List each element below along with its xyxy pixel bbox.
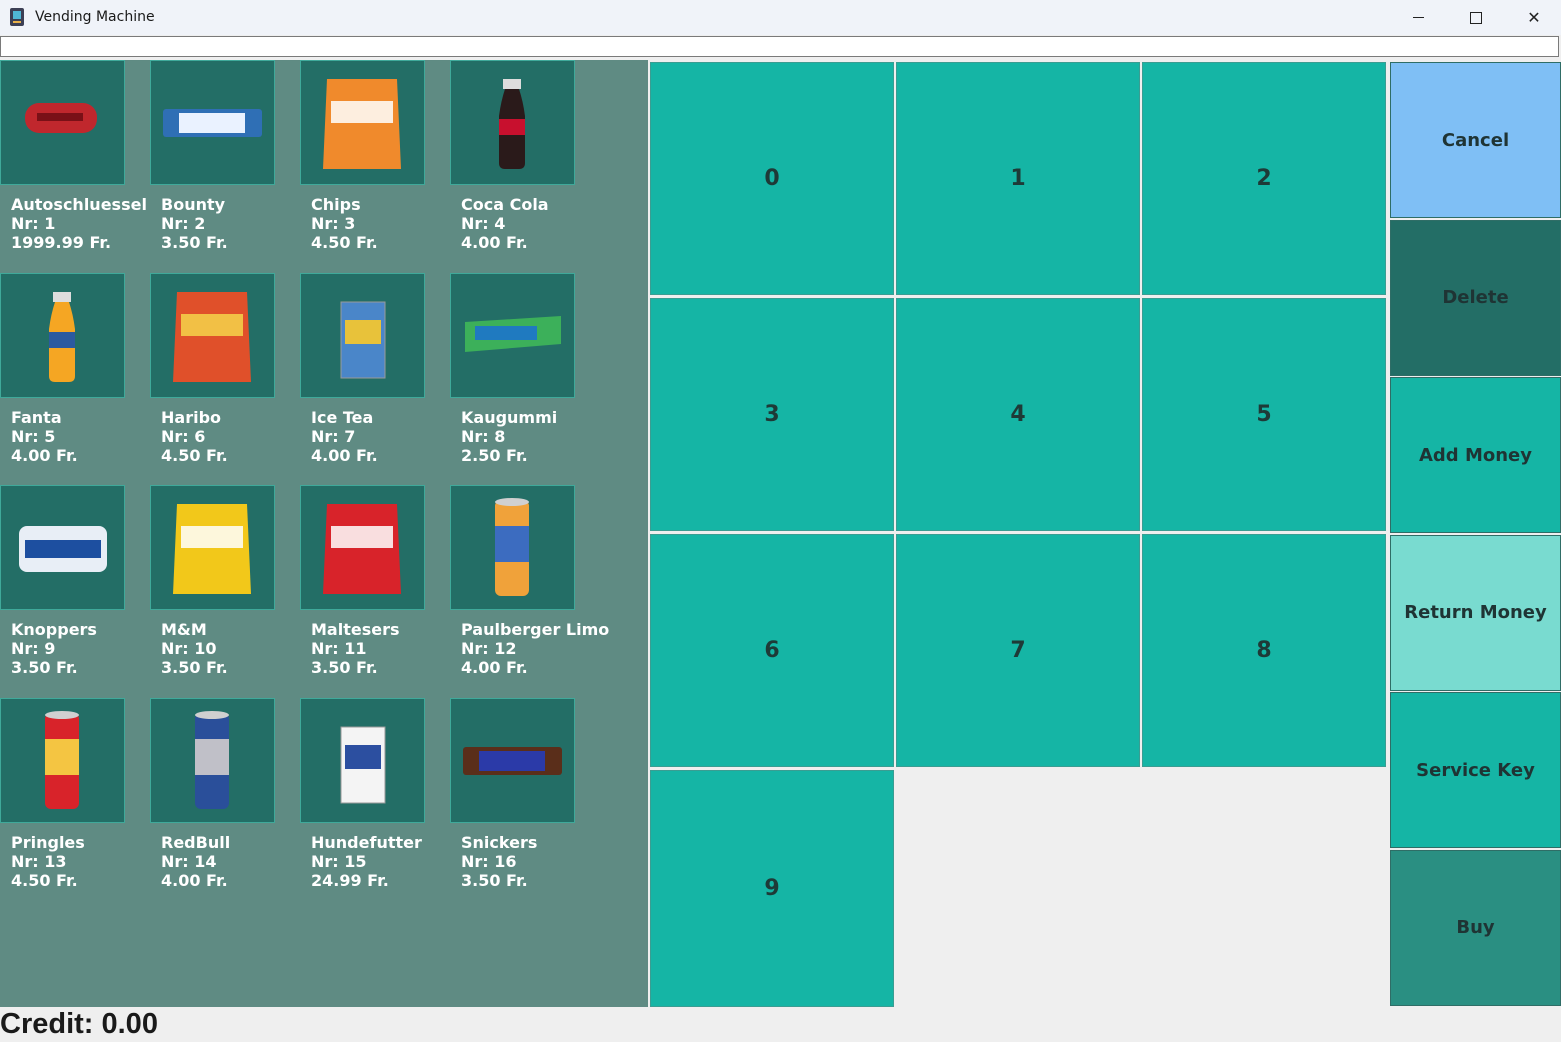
product-name: Snickers <box>461 833 538 852</box>
numpad-key-1[interactable]: 1 <box>896 62 1140 295</box>
ice-tea-carton-icon <box>301 274 424 402</box>
numpad-key-6[interactable]: 6 <box>650 534 894 767</box>
redbull-can-icon <box>151 699 274 827</box>
product-item[interactable]: Knoppers Nr: 9 3.50 Fr. <box>0 485 150 697</box>
add-money-button[interactable]: Add Money <box>1390 377 1561 533</box>
product-item[interactable]: Autoschluessel Nr: 1 1999.99 Fr. <box>0 60 150 272</box>
product-name: Paulberger Limo <box>461 620 610 639</box>
product-image[interactable] <box>0 60 125 185</box>
return-money-button[interactable]: Return Money <box>1390 534 1561 691</box>
product-price: 4.00 Fr. <box>461 233 528 252</box>
product-name: Kaugummi <box>461 408 558 427</box>
delete-button[interactable]: Delete <box>1390 219 1561 376</box>
product-info: Paulberger Limo Nr: 12 4.00 Fr. <box>461 620 661 677</box>
numpad-key-2[interactable]: 2 <box>1142 62 1386 295</box>
product-price: 4.00 Fr. <box>461 658 528 677</box>
minimize-icon <box>1412 17 1424 18</box>
chips-bag-icon <box>301 61 424 189</box>
product-price: 3.50 Fr. <box>461 871 528 890</box>
close-icon: ✕ <box>1527 9 1541 27</box>
maltesers-bag-icon <box>301 486 424 614</box>
numpad-key-8[interactable]: 8 <box>1142 534 1386 767</box>
dog-food-icon <box>301 699 424 827</box>
maximize-button[interactable] <box>1447 0 1505 35</box>
numpad-key-4[interactable]: 4 <box>896 298 1140 531</box>
product-number: Nr: 4 <box>461 214 506 233</box>
products-panel: Autoschluessel Nr: 1 1999.99 Fr. Bounty Nr: … <box>0 60 648 1007</box>
product-image[interactable] <box>300 698 425 823</box>
product-image[interactable] <box>150 60 275 185</box>
product-image[interactable] <box>0 698 125 823</box>
product-image[interactable] <box>150 485 275 610</box>
numpad-key-9[interactable]: 9 <box>650 770 894 1007</box>
product-item[interactable]: Coca Cola Nr: 4 4.00 Fr. <box>450 60 600 272</box>
numpad: 012 345 678 9 <box>650 62 1389 1007</box>
product-number: Nr: 12 <box>461 639 517 658</box>
product-image[interactable] <box>300 273 425 398</box>
window-title: Vending Machine <box>35 9 155 25</box>
chewing-gum-icon <box>451 274 574 402</box>
product-item[interactable]: Haribo Nr: 6 4.50 Fr. <box>150 273 300 485</box>
numpad-key-3[interactable]: 3 <box>650 298 894 531</box>
credit-label: Credit: 0.00 <box>0 1008 158 1040</box>
close-button[interactable]: ✕ <box>1505 0 1561 35</box>
numpad-key-5[interactable]: 5 <box>1142 298 1386 531</box>
pringles-can-icon <box>1 699 124 827</box>
product-item[interactable]: Maltesers Nr: 11 3.50 Fr. <box>300 485 450 697</box>
snickers-bar-icon <box>451 699 574 827</box>
haribo-bag-icon <box>151 274 274 402</box>
product-image[interactable] <box>450 698 575 823</box>
service-key-button[interactable]: Service Key <box>1390 692 1561 848</box>
product-image[interactable] <box>300 485 425 610</box>
product-item[interactable]: Fanta Nr: 5 4.00 Fr. <box>0 273 150 485</box>
mm-bag-icon <box>151 486 274 614</box>
product-item[interactable]: Ice Tea Nr: 7 4.00 Fr. <box>300 273 450 485</box>
cola-bottle-icon <box>451 61 574 189</box>
product-image[interactable] <box>450 60 575 185</box>
product-info: Snickers Nr: 16 3.50 Fr. <box>461 833 661 890</box>
product-image[interactable] <box>0 485 125 610</box>
product-number: Nr: 16 <box>461 852 517 871</box>
product-number: Nr: 8 <box>461 427 506 446</box>
product-image[interactable] <box>150 698 275 823</box>
product-info: Kaugummi Nr: 8 2.50 Fr. <box>461 408 661 465</box>
product-item[interactable]: Bounty Nr: 2 3.50 Fr. <box>150 60 300 272</box>
product-item[interactable]: Paulberger Limo Nr: 12 4.00 Fr. <box>450 485 609 697</box>
knoppers-icon <box>1 486 124 614</box>
product-item[interactable]: Kaugummi Nr: 8 2.50 Fr. <box>450 273 600 485</box>
product-item[interactable]: RedBull Nr: 14 4.00 Fr. <box>150 698 300 910</box>
product-name: Coca Cola <box>461 195 549 214</box>
car-key-icon <box>1 61 124 189</box>
action-buttons: Cancel Delete Add Money Return Money Service… <box>1390 62 1561 1007</box>
product-item[interactable]: M&M Nr: 10 3.50 Fr. <box>150 485 300 697</box>
selection-display-field[interactable] <box>0 36 1559 57</box>
product-image[interactable] <box>150 273 275 398</box>
numpad-key-0[interactable]: 0 <box>650 62 894 295</box>
product-image[interactable] <box>450 273 575 398</box>
buy-button[interactable]: Buy <box>1390 849 1561 1006</box>
cancel-button[interactable]: Cancel <box>1390 62 1561 218</box>
product-item[interactable]: Chips Nr: 3 4.50 Fr. <box>300 60 450 272</box>
product-image[interactable] <box>450 485 575 610</box>
fanta-bottle-icon <box>1 274 124 402</box>
product-item[interactable]: Pringles Nr: 13 4.50 Fr. <box>0 698 150 910</box>
product-image[interactable] <box>0 273 125 398</box>
product-price: 2.50 Fr. <box>461 446 528 465</box>
maximize-icon <box>1470 11 1482 24</box>
product-item[interactable]: Snickers Nr: 16 3.50 Fr. <box>450 698 600 910</box>
vending-machine-icon <box>10 8 24 26</box>
bounty-bar-icon <box>151 61 274 189</box>
product-info: Coca Cola Nr: 4 4.00 Fr. <box>461 195 661 252</box>
product-image[interactable] <box>300 60 425 185</box>
product-item[interactable]: Hundefutter Nr: 15 24.99 Fr. <box>300 698 450 910</box>
minimize-button[interactable] <box>1389 0 1447 35</box>
numpad-key-7[interactable]: 7 <box>896 534 1140 767</box>
limo-can-icon <box>451 486 574 614</box>
title-bar: Vending Machine ✕ <box>0 0 1561 35</box>
